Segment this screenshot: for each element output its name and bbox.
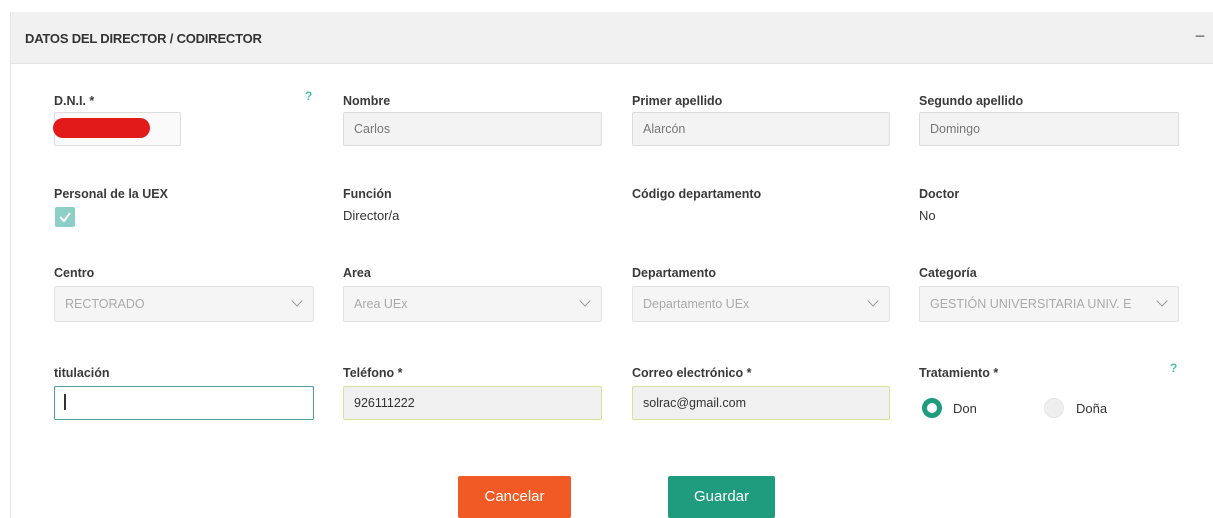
nombre-label: Nombre	[343, 94, 391, 108]
correo-label: Correo electrónico *	[632, 366, 752, 380]
centro-label: Centro	[54, 266, 95, 280]
telefono-label: Teléfono *	[343, 366, 403, 380]
centro-selected: RECTORADO	[65, 297, 145, 311]
categoria-select[interactable]: GESTIÓN UNIVERSITARIA UNIV. E	[919, 286, 1179, 322]
collapse-icon[interactable]: −	[1190, 24, 1210, 48]
panel-title: DATOS DEL DIRECTOR / CODIRECTOR	[25, 31, 262, 46]
nombre-field[interactable]: Carlos	[343, 112, 602, 146]
doctor-value: No	[919, 208, 936, 223]
categoria-label: Categoría	[919, 266, 977, 280]
centro-select[interactable]: RECTORADO	[54, 286, 314, 322]
dni-help-icon[interactable]: ?	[305, 89, 312, 103]
funcion-label: Función	[343, 187, 392, 201]
departamento-select[interactable]: Departamento UEx	[632, 286, 890, 322]
radio-don[interactable]	[922, 398, 942, 418]
correo-field[interactable]: solrac@gmail.com	[632, 386, 890, 420]
dni-label: D.N.I. *	[54, 94, 95, 108]
checkmark-icon	[59, 212, 71, 223]
tratamiento-help-icon[interactable]: ?	[1170, 361, 1177, 375]
chevron-down-icon	[1156, 295, 1168, 307]
redaction-mark	[53, 118, 150, 138]
personal-uex-checkbox[interactable]	[55, 207, 75, 227]
telefono-field[interactable]: 926111222	[343, 386, 602, 420]
titulacion-label: titulación	[54, 366, 110, 380]
codigo-departamento-label: Código departamento	[632, 187, 762, 201]
primer-apellido-field[interactable]: Alarcón	[632, 112, 890, 146]
cancel-button[interactable]: Cancelar	[458, 476, 571, 518]
radio-don-label[interactable]: Don	[953, 401, 977, 416]
radio-dona[interactable]	[1044, 398, 1064, 418]
doctor-label: Doctor	[919, 187, 960, 201]
departamento-label: Departamento	[632, 266, 717, 280]
save-button[interactable]: Guardar	[668, 476, 775, 518]
segundo-apellido-field[interactable]: Domingo	[919, 112, 1179, 146]
titulacion-field[interactable]	[54, 386, 314, 420]
funcion-value: Director/a	[343, 208, 400, 223]
primer-apellido-label: Primer apellido	[632, 94, 723, 108]
chevron-down-icon	[579, 295, 591, 307]
segundo-apellido-label: Segundo apellido	[919, 94, 1024, 108]
chevron-down-icon	[867, 295, 879, 307]
tratamiento-label: Tratamiento *	[919, 366, 999, 380]
departamento-selected: Departamento UEx	[643, 297, 750, 311]
radio-dona-label[interactable]: Doña	[1076, 401, 1107, 416]
categoria-selected: GESTIÓN UNIVERSITARIA UNIV. E	[930, 297, 1132, 311]
area-label: Area	[343, 266, 371, 280]
personal-uex-label: Personal de la UEX	[54, 187, 168, 201]
area-selected: Area UEx	[354, 297, 408, 311]
director-panel: DATOS DEL DIRECTOR / CODIRECTOR −	[10, 12, 1213, 518]
text-cursor	[64, 394, 66, 410]
area-select[interactable]: Area UEx	[343, 286, 602, 322]
panel-header[interactable]: DATOS DEL DIRECTOR / CODIRECTOR −	[11, 12, 1213, 64]
chevron-down-icon	[291, 295, 303, 307]
